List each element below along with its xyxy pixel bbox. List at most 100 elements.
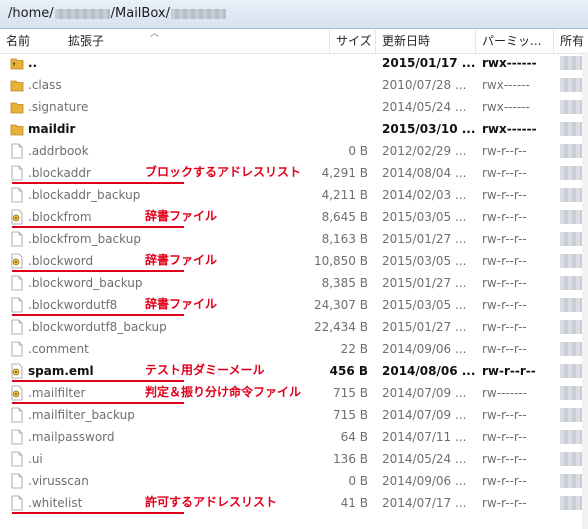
file-row[interactable]: .addrbook 0 B 2012/02/29 ... rw-r--r-- [0, 140, 588, 162]
file-name: .signature [28, 100, 89, 114]
annotation-label: 辞書ファイル [145, 209, 218, 223]
file-permissions: rw-r--r-- [482, 430, 527, 444]
file-row[interactable]: .blockfrom_backup 8,163 B 2015/01/27 ... rw… [0, 228, 588, 250]
file-row[interactable]: .mailfilter_backup 715 B 2014/07/09 ... rw-… [0, 404, 588, 426]
file-size [290, 74, 368, 96]
annotation-label: 許可するアドレスリスト [145, 495, 278, 509]
file-size: 715 B [333, 408, 368, 422]
file-permissions: rwx------ [482, 78, 530, 92]
annotation-label: 判定＆振り分け命令ファイル [145, 385, 302, 399]
path-text: /home/ /MailBox/ [8, 6, 227, 21]
annotation-underline [12, 402, 184, 404]
file-name: .blockwordutf8_backup [28, 320, 167, 334]
annotation-label: 辞書ファイル [145, 297, 218, 311]
file-modified-date: 2015/01/27 ... [382, 276, 467, 290]
scrollbar[interactable] [582, 52, 588, 529]
file-modified-date: 2010/07/28 ... [382, 78, 467, 92]
file-modified-date: 2015/01/27 ... [382, 232, 467, 246]
file-permissions: rw-r--r-- [482, 364, 536, 378]
file-modified-date: 2014/07/11 ... [382, 430, 467, 444]
path-bar[interactable]: /home/ /MailBox/ [0, 0, 588, 29]
file-modified-date: 2012/02/29 ... [382, 144, 467, 158]
file-size: 0 B [348, 474, 368, 488]
file-row[interactable]: .whitelist 41 B 2014/07/17 ... rw-r--r-- [0, 492, 588, 514]
file-name: .blockword [28, 254, 94, 268]
file-icon [10, 319, 24, 335]
script-file-icon [10, 363, 24, 379]
file-icon [10, 407, 24, 423]
file-permissions: rw-r--r-- [482, 210, 527, 224]
file-name: .blockaddr [28, 166, 91, 180]
file-permissions: rw-r--r-- [482, 452, 527, 466]
column-header: 名前 拡張子 ︿ サイズ 更新日時 パーミッ... 所有 [0, 30, 588, 54]
file-name: .blockfrom [28, 210, 92, 224]
redacted-folder [170, 8, 226, 19]
file-row[interactable]: .blockaddr_backup 4,211 B 2014/02/03 ... rw… [0, 184, 588, 206]
file-permissions: rw-r--r-- [482, 166, 527, 180]
file-permissions: rw-r--r-- [482, 144, 527, 158]
annotation-label: テスト用ダミーメール [145, 363, 265, 377]
file-modified-date: 2015/03/05 ... [382, 210, 467, 224]
file-name: .comment [28, 342, 89, 356]
file-row[interactable]: .comment 22 B 2014/09/06 ... rw-r--r-- [0, 338, 588, 360]
file-permissions: rwx------ [482, 122, 537, 136]
file-modified-date: 2015/03/05 ... [382, 254, 467, 268]
file-icon [10, 429, 24, 445]
file-permissions: rw-r--r-- [482, 276, 527, 290]
file-row[interactable]: .ui 136 B 2014/05/24 ... rw-r--r-- [0, 448, 588, 470]
file-row[interactable]: .blockwordutf8 24,307 B 2015/03/05 ... rw-r… [0, 294, 588, 316]
file-size: 456 B [329, 364, 368, 378]
file-size: 64 B [340, 430, 368, 444]
file-row[interactable]: .virusscan 0 B 2014/09/06 ... rw-r--r-- [0, 470, 588, 492]
file-modified-date: 2014/09/06 ... [382, 474, 467, 488]
file-row[interactable]: .class 2010/07/28 ... rwx------ [0, 74, 588, 96]
file-size: 8,645 B [321, 210, 368, 224]
file-size: 8,163 B [321, 232, 368, 246]
file-icon [10, 187, 24, 203]
annotation-label: ブロックするアドレスリスト [145, 165, 302, 179]
file-permissions: rw-r--r-- [482, 342, 527, 356]
file-row[interactable]: .blockword 10,850 B 2015/03/05 ... rw-r--r-… [0, 250, 588, 272]
annotation-label: 辞書ファイル [145, 253, 218, 267]
col-name[interactable]: 名前 [0, 30, 60, 53]
col-ext[interactable]: 拡張子 [62, 30, 330, 53]
folder-icon [10, 77, 24, 93]
script-file-icon [10, 209, 24, 225]
col-perm[interactable]: パーミッ... [476, 30, 554, 53]
file-size: 8,385 B [321, 276, 368, 290]
file-size [290, 118, 368, 140]
file-icon [10, 473, 24, 489]
file-name: .. [28, 56, 38, 70]
annotation-underline [12, 226, 184, 228]
file-icon [10, 495, 24, 511]
annotation-underline [12, 380, 184, 382]
col-size[interactable]: サイズ [330, 30, 376, 53]
file-name: .blockword_backup [28, 276, 143, 290]
file-permissions: rw-r--r-- [482, 232, 527, 246]
file-name: maildir [28, 122, 76, 136]
file-icon [10, 165, 24, 181]
col-date[interactable]: 更新日時 [376, 30, 476, 53]
file-permissions: rw------- [482, 386, 528, 400]
folder-icon [10, 99, 24, 115]
redacted-username [54, 8, 110, 19]
file-permissions: rwx------ [482, 56, 537, 70]
file-row[interactable]: .blockwordutf8_backup 22,434 B 2015/01/27 … [0, 316, 588, 338]
file-row[interactable]: .blockfrom 8,645 B 2015/03/05 ... rw-r--r-- [0, 206, 588, 228]
col-owner[interactable]: 所有 [554, 30, 588, 53]
annotation-underline [12, 182, 184, 184]
folder-up-icon [10, 55, 24, 71]
file-row[interactable]: .signature 2014/05/24 ... rwx------ [0, 96, 588, 118]
file-row[interactable]: .mailpassword 64 B 2014/07/11 ... rw-r--r-- [0, 426, 588, 448]
file-row[interactable]: .blockword_backup 8,385 B 2015/01/27 ... rw… [0, 272, 588, 294]
file-size: 22,434 B [313, 320, 368, 334]
file-icon [10, 275, 24, 291]
file-modified-date: 2014/09/06 ... [382, 342, 467, 356]
file-row[interactable]: .. 2015/01/17 ... rwx------ [0, 52, 588, 74]
file-size: 22 B [340, 342, 368, 356]
file-permissions: rw-r--r-- [482, 298, 527, 312]
file-row[interactable]: spam.eml 456 B 2014/08/06 ... rw-r--r-- [0, 360, 588, 382]
file-modified-date: 2014/05/24 ... [382, 452, 467, 466]
file-row[interactable]: maildir 2015/03/10 ... rwx------ [0, 118, 588, 140]
file-size: 24,307 B [313, 298, 368, 312]
